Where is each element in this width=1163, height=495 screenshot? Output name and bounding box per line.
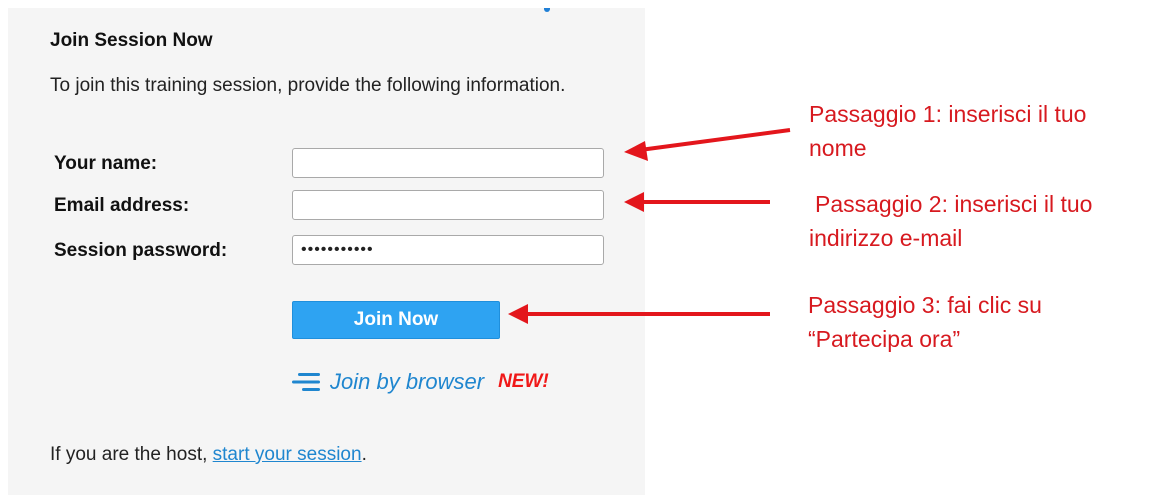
annotation-step3-line2: “Partecipa ora” (808, 326, 961, 352)
arrow-step2-head-icon (624, 192, 644, 212)
annotation-step1: Passaggio 1: inserisci il tuo nome (809, 97, 1086, 165)
annotation-step1-line1: Passaggio 1: inserisci il tuo (809, 101, 1087, 127)
annotation-step3: Passaggio 3: fai clic su “Partecipa ora” (808, 288, 1042, 356)
arrow-step1-head-icon (624, 141, 648, 161)
arrow-step3-head-icon (508, 304, 528, 324)
arrow-step1-line (639, 128, 791, 152)
annotation-step3-line1: Passaggio 3: fai clic su (808, 292, 1042, 318)
annotation-step1-line2: nome (809, 135, 867, 161)
annotation-step2-line1: Passaggio 2: inserisci il tuo (815, 191, 1093, 217)
annotation-step2-line2: indirizzo e-mail (809, 225, 963, 251)
annotation-step2: Passaggio 2: inserisci il tuo indirizzo … (809, 187, 1093, 255)
